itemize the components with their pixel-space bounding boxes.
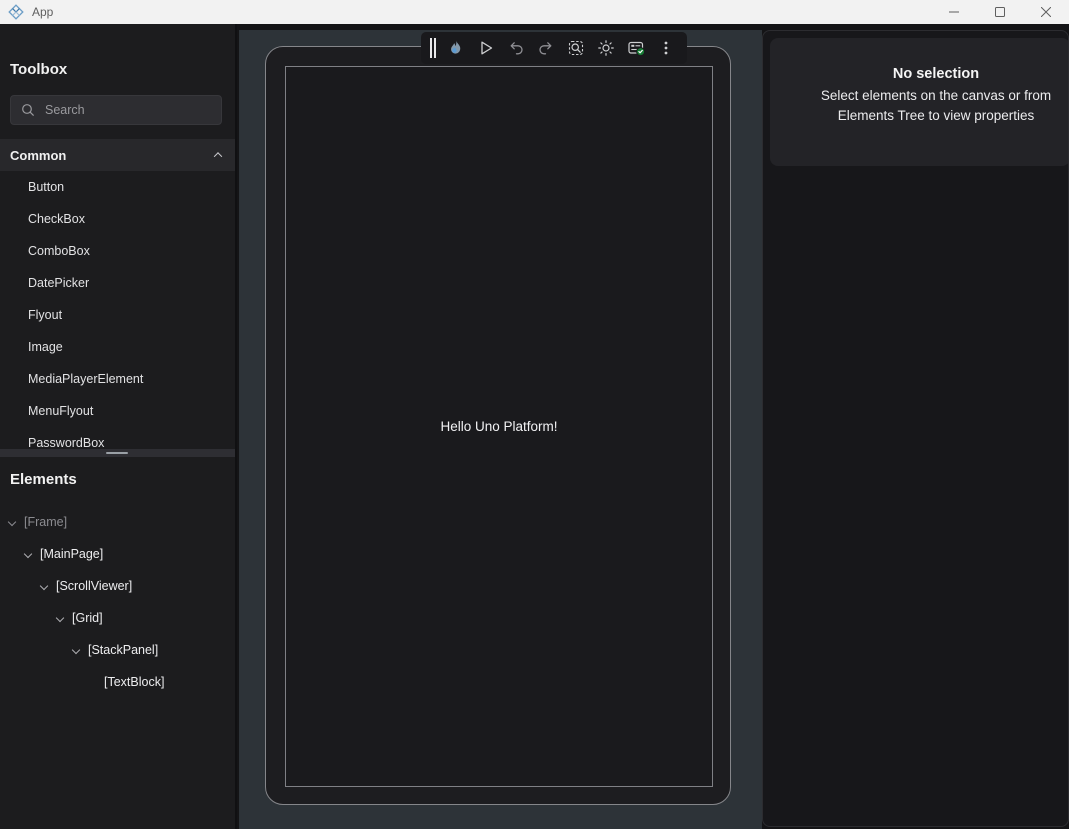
toolbox-list: Button CheckBox ComboBox DatePicker Flyo… — [0, 171, 237, 449]
app-window: App Toolbox Common Bu — [0, 0, 1069, 829]
tree-item-textblock[interactable]: [TextBlock] — [0, 666, 237, 698]
undo-button[interactable] — [503, 35, 529, 61]
tree-item-frame[interactable]: [Frame] — [0, 506, 237, 538]
resize-grip-icon — [106, 452, 128, 454]
toolbox-item-mediaplayerelement[interactable]: MediaPlayerElement — [0, 363, 237, 395]
toolbox-item-datepicker[interactable]: DatePicker — [0, 267, 237, 299]
toolbox-search[interactable] — [10, 95, 222, 125]
chevron-down-icon[interactable] — [8, 518, 16, 526]
tree-item-stackpanel[interactable]: [StackPanel] — [0, 634, 237, 666]
tree-item-scrollviewer[interactable]: [ScrollViewer] — [0, 570, 237, 602]
play-icon — [477, 39, 495, 57]
inspect-element-icon — [567, 39, 585, 57]
chevron-up-icon[interactable] — [214, 152, 222, 160]
toolbar-drag-handle-icon[interactable] — [427, 37, 439, 59]
elements-tree: [Frame] [MainPage] [ScrollViewer] [Grid]… — [0, 506, 237, 698]
theme-toggle-button[interactable] — [593, 35, 619, 61]
toolbox-item-combobox[interactable]: ComboBox — [0, 235, 237, 267]
window-controls — [931, 0, 1069, 24]
more-options-button[interactable] — [653, 35, 679, 61]
redo-button[interactable] — [533, 35, 559, 61]
elements-title: Elements — [0, 471, 77, 488]
properties-panel: No selection Select elements on the canv… — [762, 30, 1069, 827]
close-button[interactable] — [1023, 0, 1069, 24]
titlebar: App — [0, 0, 1069, 24]
tree-item-label: [TextBlock] — [104, 675, 164, 689]
search-icon — [21, 103, 35, 117]
maximize-button[interactable] — [977, 0, 1023, 24]
hot-design-flame-button[interactable] — [443, 35, 469, 61]
toolbox-item-button[interactable]: Button — [0, 171, 237, 203]
toolbox-item-menuflyout[interactable]: MenuFlyout — [0, 395, 237, 427]
redo-icon — [537, 39, 555, 57]
sidebar: Toolbox Common Button CheckBox ComboBox … — [0, 24, 237, 829]
toolbox-title: Toolbox — [0, 61, 67, 78]
window-title: App — [32, 5, 53, 19]
no-selection-message: Select elements on the canvas or from El… — [808, 86, 1064, 126]
chevron-down-icon[interactable] — [56, 614, 64, 622]
no-selection-title: No selection — [808, 64, 1064, 84]
app-logo-icon — [8, 4, 24, 20]
tree-item-label: [StackPanel] — [88, 643, 158, 657]
search-input[interactable] — [45, 103, 205, 117]
chevron-down-icon[interactable] — [40, 582, 48, 590]
ellipsis-vertical-icon — [657, 39, 675, 57]
runtime-validation-icon — [627, 39, 646, 57]
toolbox-item-checkbox[interactable]: CheckBox — [0, 203, 237, 235]
no-selection-card: No selection Select elements on the canv… — [770, 38, 1069, 166]
undo-icon — [507, 39, 525, 57]
tree-item-grid[interactable]: [Grid] — [0, 602, 237, 634]
chevron-down-icon[interactable] — [24, 550, 32, 558]
toolbox-item-passwordbox[interactable]: PasswordBox — [0, 427, 237, 449]
design-toolbar — [421, 32, 687, 64]
tree-item-mainpage[interactable]: [MainPage] — [0, 538, 237, 570]
panel-resize-handle[interactable] — [0, 449, 237, 457]
minimize-button[interactable] — [931, 0, 977, 24]
section-label: Common — [0, 148, 215, 163]
chevron-down-icon[interactable] — [72, 646, 80, 654]
play-button[interactable] — [473, 35, 499, 61]
element-inspector-button[interactable] — [563, 35, 589, 61]
toolbox-item-image[interactable]: Image — [0, 331, 237, 363]
flame-icon — [447, 39, 465, 57]
toolbox-section-common[interactable]: Common — [0, 139, 237, 171]
tree-item-label: [MainPage] — [40, 547, 103, 561]
toolbox-item-flyout[interactable]: Flyout — [0, 299, 237, 331]
textblock-element[interactable]: Hello Uno Platform! — [440, 419, 557, 434]
light-theme-sun-icon — [597, 39, 615, 57]
device-screen[interactable]: Hello Uno Platform! — [285, 66, 713, 787]
tree-item-label: [Frame] — [24, 515, 67, 529]
runtime-validation-button[interactable] — [623, 35, 649, 61]
tree-item-label: [Grid] — [72, 611, 103, 625]
tree-item-label: [ScrollViewer] — [56, 579, 132, 593]
